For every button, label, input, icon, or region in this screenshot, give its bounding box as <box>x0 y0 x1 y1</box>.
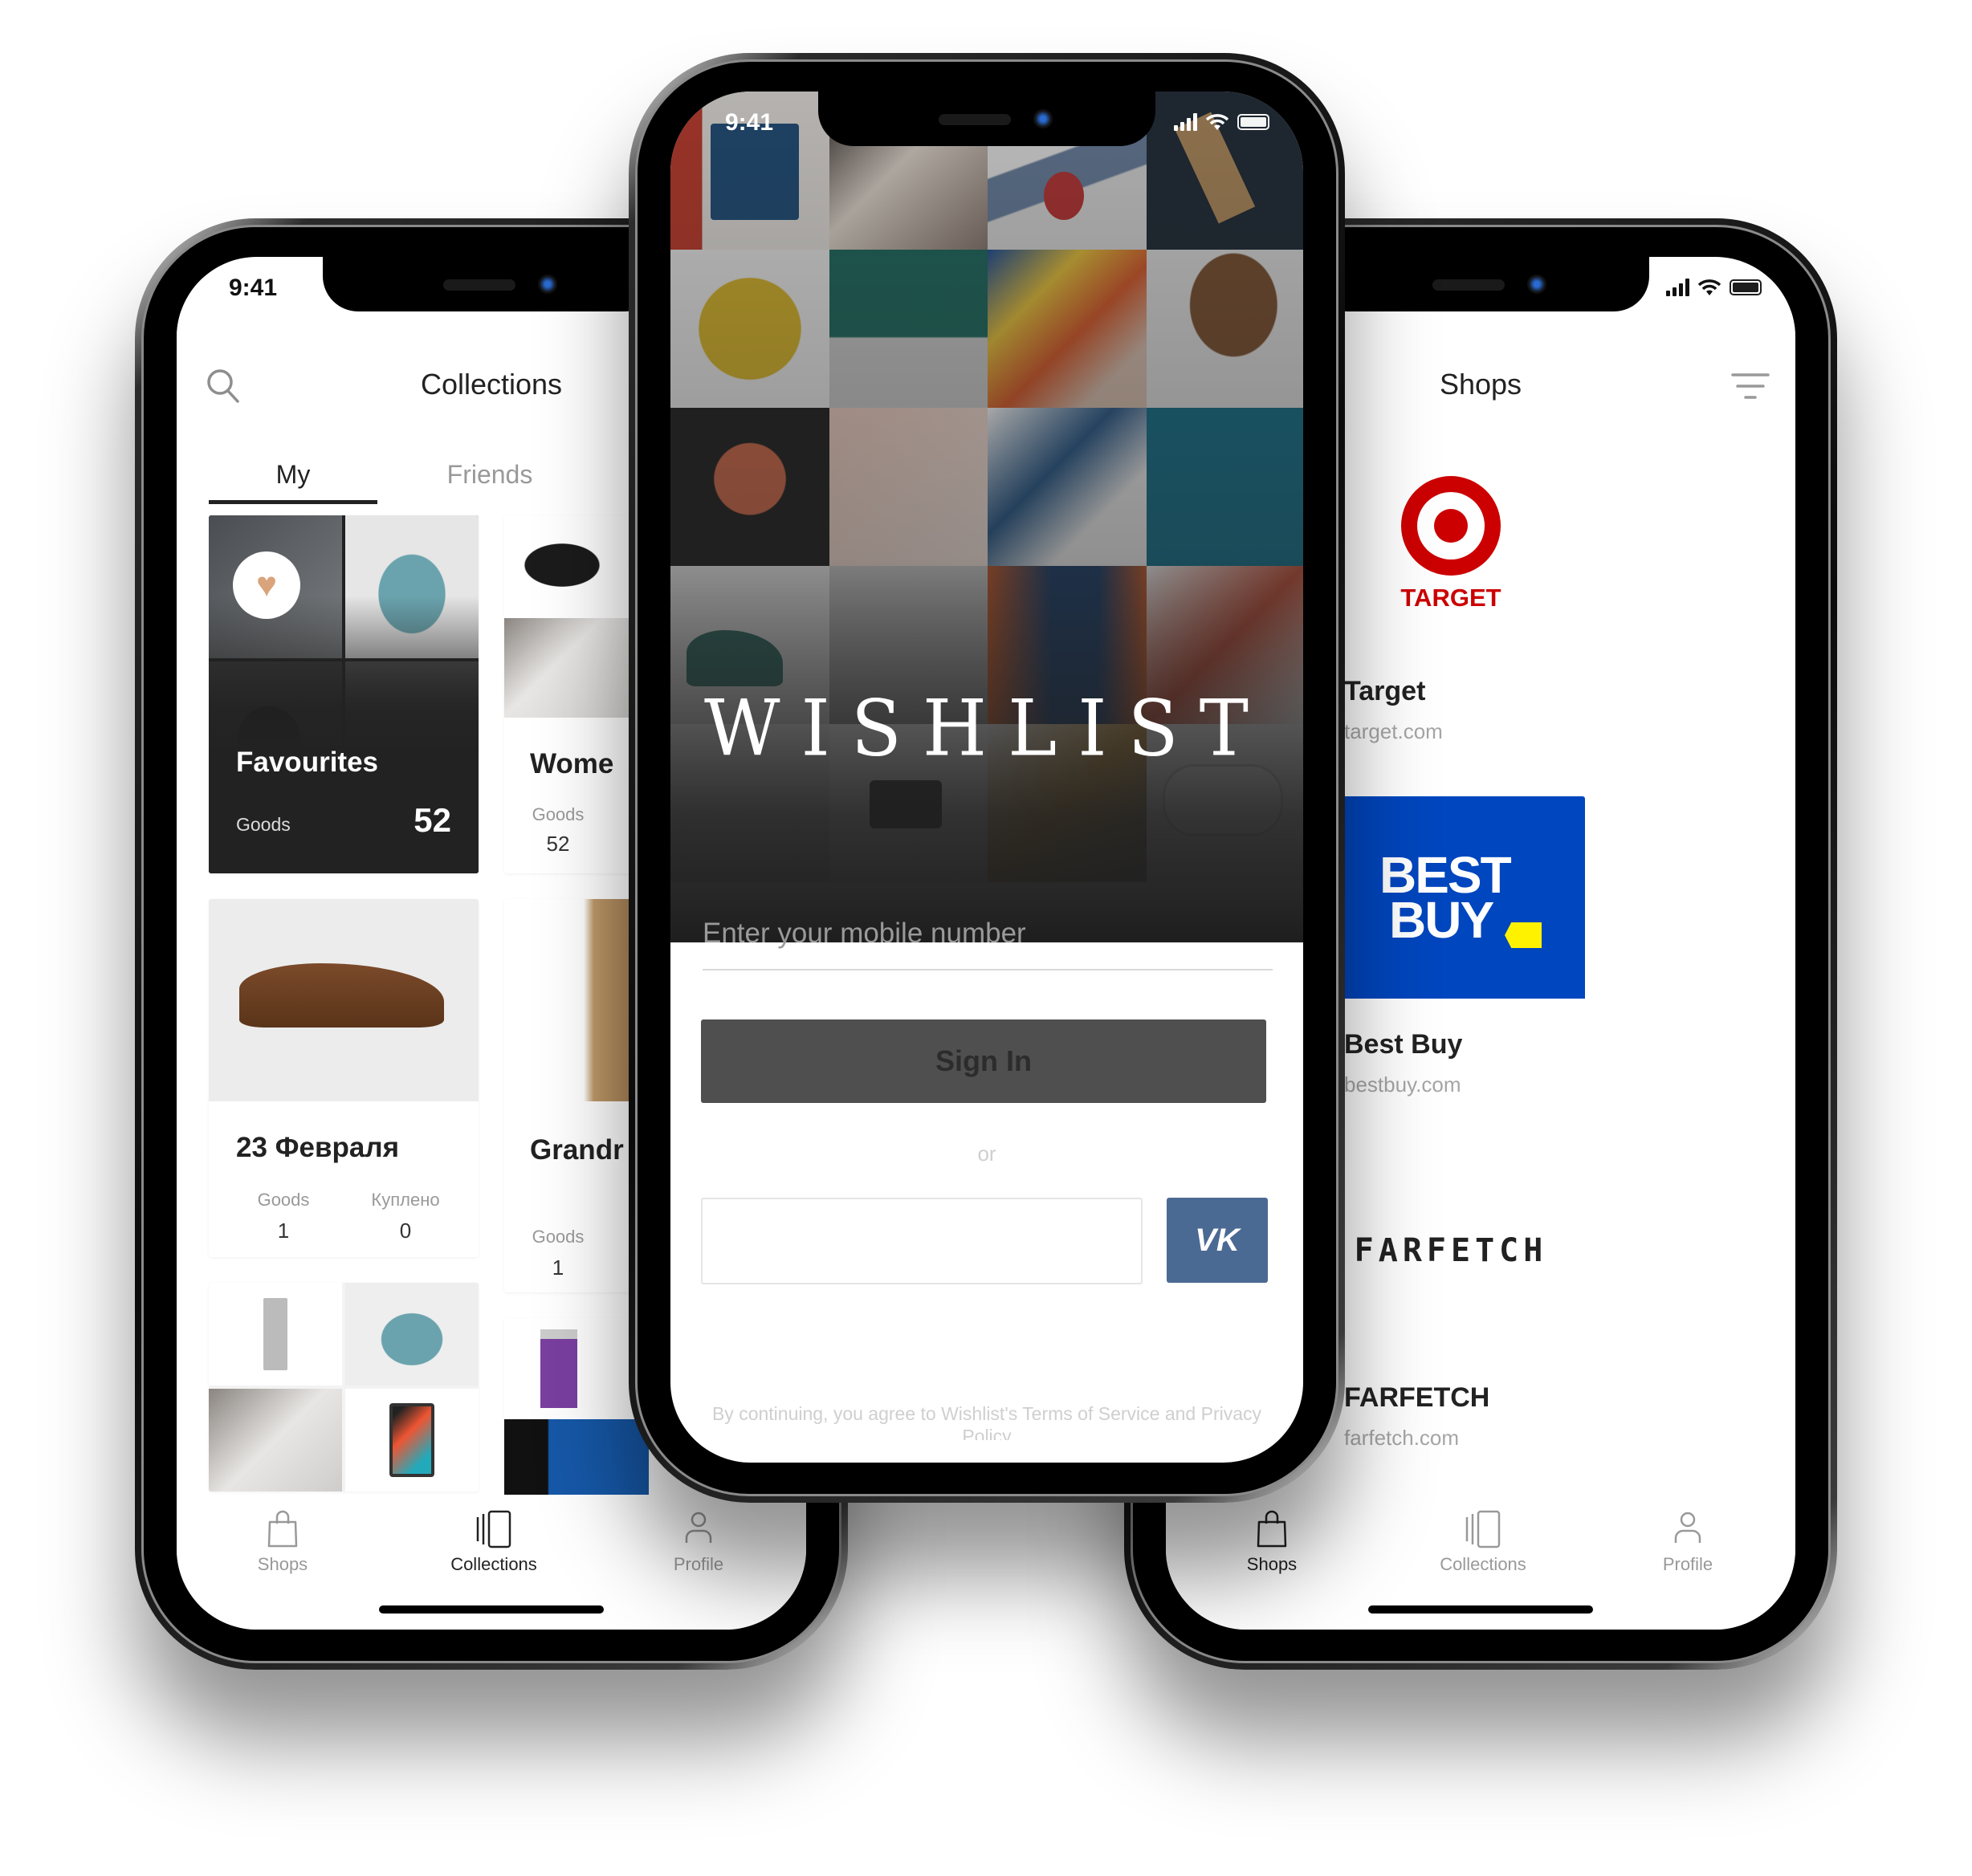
tab-label: Profile <box>673 1554 724 1574</box>
stat-value: 52 <box>414 801 451 839</box>
profile-icon <box>685 1512 712 1543</box>
product-image <box>504 515 649 615</box>
wifi-icon <box>1697 279 1721 295</box>
stat-value: 52 <box>546 832 570 856</box>
shop-name: Target <box>1344 676 1426 706</box>
phone-login: 9:41 WISHLIST Sign In or Continue With E… <box>629 53 1345 1503</box>
shop-card-farfetch[interactable]: FARFETCH FARFETCH farfetch.com <box>1317 1150 1585 1477</box>
login-screen: 9:41 WISHLIST Sign In or Continue With E… <box>670 92 1303 1463</box>
tab-label: Collections <box>450 1554 537 1574</box>
collection-title: Favourites <box>236 747 378 778</box>
shop-url: target.com <box>1344 719 1443 743</box>
sign-in-button[interactable]: Sign In <box>701 1019 1266 1103</box>
tab-label: Shops <box>1246 1554 1298 1574</box>
product-image <box>209 899 479 1101</box>
tab-profile[interactable]: Profile <box>1607 1509 1768 1575</box>
product-image <box>504 899 649 1101</box>
stat-label: Goods <box>257 1190 310 1210</box>
shopping-bag-icon <box>1257 1510 1287 1548</box>
battery-icon <box>1237 114 1269 130</box>
product-image <box>504 618 649 718</box>
target-logo-text: TARGET <box>1400 584 1501 612</box>
mobile-number-input[interactable] <box>703 898 1273 971</box>
tab-collections[interactable]: Collections <box>1403 1509 1563 1575</box>
stat-value: 1 <box>277 1219 290 1243</box>
tab-shops[interactable]: Shops <box>1192 1509 1352 1575</box>
battery-icon <box>1730 279 1762 295</box>
shop-card-target[interactable]: TARGET Target target.com <box>1317 443 1585 771</box>
target-logo-icon <box>1401 476 1501 576</box>
home-indicator[interactable] <box>1368 1605 1593 1614</box>
collections-icon <box>1465 1510 1501 1548</box>
shop-name: Best Buy <box>1344 1029 1463 1060</box>
stat-label: Goods <box>236 814 291 835</box>
signal-icon <box>1174 113 1197 131</box>
home-indicator[interactable] <box>874 1440 1099 1448</box>
tab-shops[interactable]: Shops <box>202 1509 363 1575</box>
active-tab-indicator <box>209 500 377 504</box>
vk-icon: VK <box>1195 1222 1240 1258</box>
collection-card-23-february[interactable]: 23 Февраля Goods 1 Куплено 0 <box>209 899 479 1257</box>
shop-logo: FARFETCH <box>1317 1150 1585 1352</box>
product-image <box>345 1283 479 1386</box>
shop-logo: BEST BUY <box>1317 796 1585 999</box>
collections-icon <box>476 1510 511 1548</box>
price-tag-icon <box>1505 922 1542 948</box>
profile-icon <box>1674 1512 1701 1543</box>
favourite-heart-badge: ♥ <box>233 551 300 619</box>
farfetch-logo-text: FARFETCH <box>1354 1232 1548 1269</box>
status-time: 9:41 <box>725 109 774 136</box>
stat-label: Goods <box>532 1227 585 1247</box>
collection-card-electronics[interactable] <box>504 1318 649 1511</box>
product-image <box>504 1318 649 1414</box>
status-icons <box>1174 112 1269 132</box>
wifi-icon <box>1205 114 1229 130</box>
wishlist-logo: WISHLIST <box>704 683 1269 774</box>
filter-icon[interactable] <box>1731 371 1770 403</box>
tab-my[interactable]: My <box>209 460 377 490</box>
home-indicator[interactable] <box>379 1605 604 1614</box>
product-image <box>209 1283 342 1386</box>
collection-card-women[interactable]: Wome Goods 52 <box>504 515 649 873</box>
collection-card-grandma-birthday[interactable]: Grandr Birthda Goods 1 <box>504 899 649 1292</box>
shoe-illustration <box>239 963 444 1028</box>
stat-value: 0 <box>399 1219 412 1243</box>
background-overlay <box>670 92 1303 942</box>
tab-label: Shops <box>257 1554 308 1574</box>
signal-icon <box>1666 279 1689 296</box>
stat-label: Куплено <box>371 1190 440 1210</box>
product-image <box>209 1389 342 1491</box>
status-icons <box>1666 278 1762 297</box>
tab-profile[interactable]: Profile <box>618 1509 779 1575</box>
collection-title: 23 Февраля <box>236 1132 400 1163</box>
tab-collections[interactable]: Collections <box>414 1509 574 1575</box>
heart-icon: ♥ <box>255 565 278 604</box>
bestbuy-logo-line2: BUY <box>1389 891 1494 949</box>
tab-label: Collections <box>1440 1554 1526 1574</box>
or-divider: or <box>977 1141 996 1166</box>
collection-card-gadgets[interactable] <box>209 1283 479 1491</box>
shopping-bag-icon <box>267 1510 298 1548</box>
shop-url: bestbuy.com <box>1344 1072 1461 1097</box>
shop-url: farfetch.com <box>1344 1426 1460 1450</box>
stat-value: 1 <box>552 1255 564 1280</box>
tab-label: Profile <box>1662 1554 1713 1574</box>
tab-friends[interactable]: Friends <box>405 460 574 490</box>
shop-name: FARFETCH <box>1344 1382 1490 1413</box>
shop-card-bestbuy[interactable]: BEST BUY Best Buy bestbuy.com <box>1317 796 1585 1124</box>
collection-card-favourites[interactable]: ♥ Favourites Goods 52 <box>209 515 479 873</box>
stat-label: Goods <box>532 804 585 824</box>
status-time: 9:41 <box>229 275 278 301</box>
product-image <box>345 1389 479 1491</box>
vk-login-button[interactable]: VK <box>1167 1198 1268 1283</box>
status-bar: 9:41 <box>670 92 1303 146</box>
continue-with-email-button[interactable]: Continue With Email <box>701 1198 1143 1284</box>
shop-logo: TARGET <box>1317 443 1585 645</box>
collection-title: Wome <box>530 748 614 779</box>
